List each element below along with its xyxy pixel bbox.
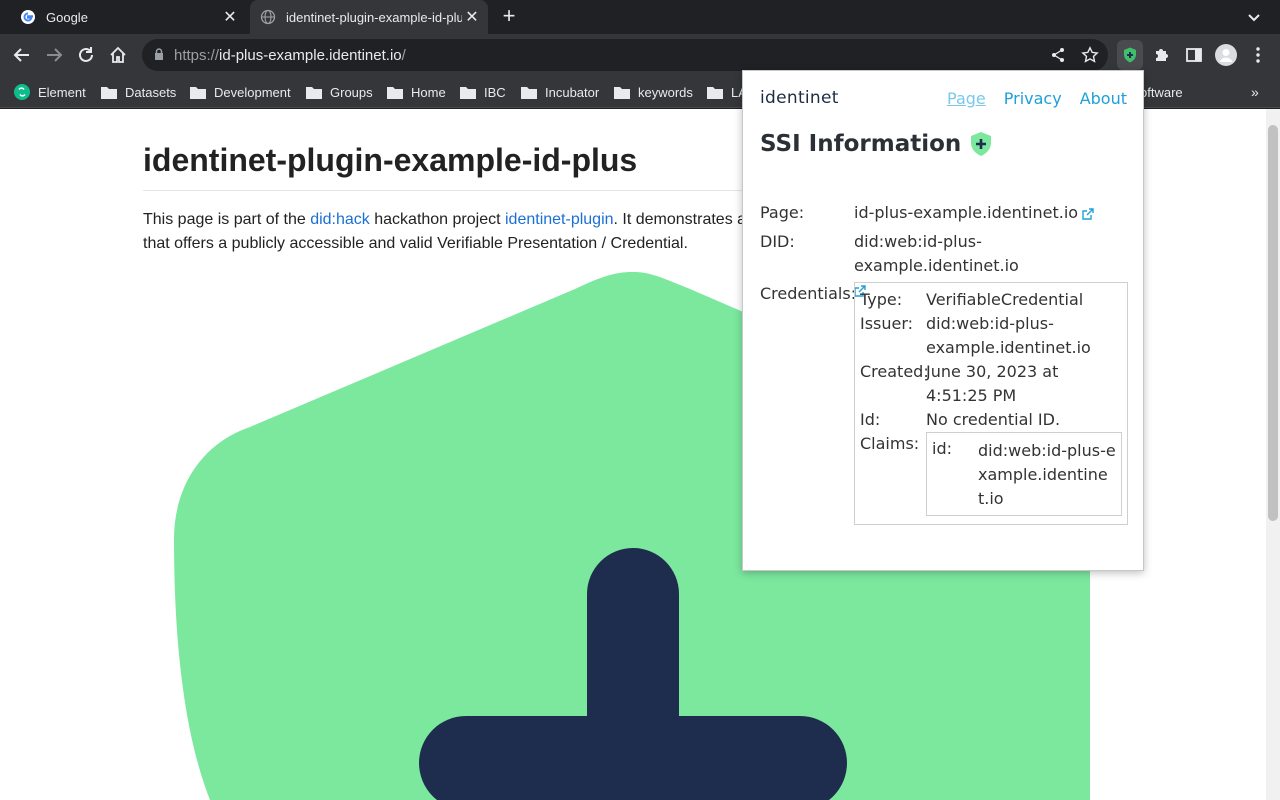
bookmark-folder-la[interactable]: LA xyxy=(707,82,747,102)
popup-title: SSI Information xyxy=(760,131,993,157)
identinet-brand-logo: identinet xyxy=(760,88,839,108)
bookmark-folder-groups[interactable]: Groups xyxy=(306,82,373,102)
extensions-puzzle-icon[interactable] xyxy=(1150,43,1174,67)
shield-plus-icon xyxy=(971,132,992,156)
identinet-extension-icon[interactable] xyxy=(1117,40,1143,70)
bookmarks-overflow-icon[interactable]: » xyxy=(1251,82,1259,102)
address-bar[interactable]: https://id-plus-example.identinet.io/ xyxy=(142,39,1108,71)
new-tab-icon[interactable]: + xyxy=(498,5,520,27)
bookmark-folder-development[interactable]: Development xyxy=(190,82,291,102)
cred-created-value: June 30, 2023 at 4:51:25 PM xyxy=(926,362,1059,405)
popup-nav: Page Privacy About xyxy=(947,89,1127,108)
folder-icon xyxy=(306,86,322,99)
intro-text: . It demonstrates a xyxy=(613,211,747,228)
tab-google[interactable]: Google ✕ xyxy=(8,0,246,34)
claims-card: id: did:web:id-plus-example.identinet.io xyxy=(926,432,1122,516)
nav-page-link[interactable]: Page xyxy=(947,89,986,108)
bookmark-star-icon[interactable] xyxy=(1078,43,1102,67)
forward-icon[interactable] xyxy=(42,43,66,67)
did-label: DID: xyxy=(760,232,795,251)
bookmark-label: Development xyxy=(214,84,291,100)
bookmark-label: Incubator xyxy=(545,84,600,100)
cred-id-label: Id: xyxy=(860,410,881,429)
back-icon[interactable] xyxy=(10,43,34,67)
bookmark-label: Datasets xyxy=(125,84,177,100)
cred-type-label: Type: xyxy=(860,290,903,309)
cred-id-value: No credential ID. xyxy=(926,410,1061,429)
cred-issuer-value: did:web:id-plus-example.identinet.io xyxy=(926,314,1091,357)
scrollbar-thumb[interactable] xyxy=(1268,125,1278,521)
folder-icon xyxy=(460,86,476,99)
cred-issuer-label: Issuer: xyxy=(860,314,914,333)
side-panel-icon[interactable] xyxy=(1182,43,1206,67)
home-icon[interactable] xyxy=(106,43,130,67)
bookmark-folder-home[interactable]: Home xyxy=(387,82,446,102)
bookmark-folder-ibc[interactable]: IBC xyxy=(460,82,506,102)
element-icon xyxy=(14,84,30,100)
folder-icon xyxy=(190,86,206,99)
tab-strip: Google ✕ identinet-plugin-example-id-plu… xyxy=(0,0,1280,34)
claim-key: id: xyxy=(932,439,952,458)
bookmark-label: oftware xyxy=(1140,84,1183,100)
folder-icon xyxy=(101,86,117,99)
tab-identinet[interactable]: identinet-plugin-example-id-plu ✕ xyxy=(250,0,488,34)
credential-card: Type: VerifiableCredential Issuer: did:w… xyxy=(854,282,1128,525)
profile-avatar-icon[interactable] xyxy=(1214,43,1238,67)
close-tab-icon[interactable]: ✕ xyxy=(220,7,240,27)
cred-type-value: VerifiableCredential xyxy=(926,290,1084,309)
external-link-icon[interactable] xyxy=(1082,207,1094,220)
globe-icon xyxy=(260,9,276,25)
intro-text: hackathon project xyxy=(369,211,505,228)
popup-title-text: SSI Information xyxy=(760,131,962,157)
bookmark-folder-incubator[interactable]: Incubator xyxy=(521,82,599,102)
folder-icon xyxy=(614,86,630,99)
folder-icon xyxy=(707,86,723,99)
page-label: Page: xyxy=(760,203,805,222)
cred-claims-label: Claims: xyxy=(860,434,920,453)
bookmark-label: Element xyxy=(38,84,86,100)
reload-icon[interactable] xyxy=(74,43,98,67)
tab-search-icon[interactable] xyxy=(1244,7,1264,27)
claim-value: did:web:id-plus-example.identinet.io xyxy=(978,441,1116,508)
intro-text: This page is part of the xyxy=(143,211,311,228)
ssi-popup: identinet Page Privacy About SSI Informa… xyxy=(742,70,1144,571)
credentials-label: Credentials: xyxy=(760,284,857,303)
menu-kebab-icon[interactable] xyxy=(1246,43,1270,67)
intro-text: that offers a publicly accessible and va… xyxy=(143,235,688,252)
bookmark-label: keywords xyxy=(638,84,693,100)
nav-privacy-link[interactable]: Privacy xyxy=(1004,89,1062,108)
tab-title: identinet-plugin-example-id-plu xyxy=(286,9,462,25)
folder-icon xyxy=(387,86,403,99)
bookmark-folder-datasets[interactable]: Datasets xyxy=(101,82,176,102)
bookmark-label: Groups xyxy=(330,84,373,100)
close-tab-icon[interactable]: ✕ xyxy=(462,7,482,27)
cred-created-label: Created: xyxy=(860,362,929,381)
page-title: identinet-plugin-example-id-plus xyxy=(143,142,638,178)
tab-title: Google xyxy=(46,9,88,25)
google-icon xyxy=(21,10,35,24)
folder-icon xyxy=(521,86,537,99)
bookmark-label: IBC xyxy=(484,84,506,100)
lock-icon[interactable] xyxy=(154,48,164,61)
url-text: https://id-plus-example.identinet.io/ xyxy=(174,47,406,64)
didhack-link[interactable]: did:hack xyxy=(310,211,370,228)
bookmark-label: Home xyxy=(411,84,446,100)
page-value[interactable]: id-plus-example.identinet.io xyxy=(854,201,1134,225)
page-scrollbar[interactable] xyxy=(1266,109,1280,800)
bookmark-folder-keywords[interactable]: keywords xyxy=(614,82,693,102)
identinet-plugin-link[interactable]: identinet-plugin xyxy=(505,211,614,228)
share-icon[interactable] xyxy=(1046,43,1070,67)
bookmark-element[interactable]: Element xyxy=(14,82,86,102)
nav-about-link[interactable]: About xyxy=(1080,89,1127,108)
bookmark-folder-software[interactable]: oftware xyxy=(1140,82,1183,102)
